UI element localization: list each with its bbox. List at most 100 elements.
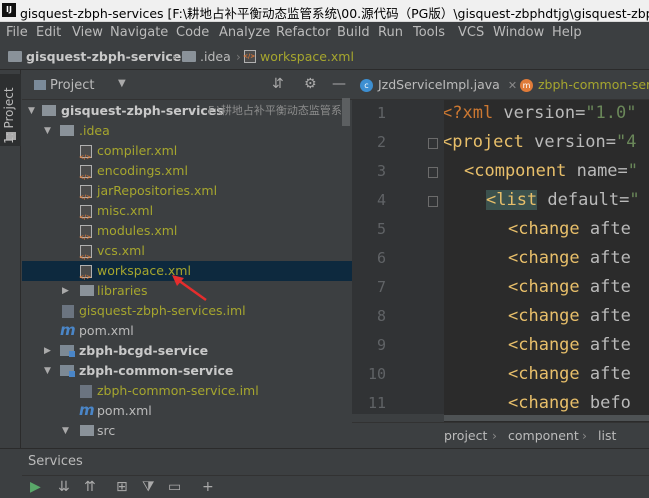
code-line: <change afte: [508, 277, 631, 297]
line-number: 1: [376, 104, 386, 122]
module-folder-icon: [60, 345, 75, 357]
tree-item-module[interactable]: ▼ zbph-common-service: [22, 361, 352, 381]
class-c-icon: c: [360, 79, 373, 92]
red-arrow-annotation: [172, 275, 207, 302]
group-icon[interactable]: ⊞: [116, 479, 128, 495]
editor-tab-bar: c JzdServiceImpl.java ✕ m zbph-common-ser: [352, 70, 649, 100]
editor-tab-java[interactable]: c JzdServiceImpl.java ✕: [360, 70, 517, 100]
project-view-selector[interactable]: Project: [50, 78, 94, 93]
project-scrollbar[interactable]: [342, 98, 350, 126]
project-tool-tab[interactable]: 1: Project: [0, 74, 21, 146]
menu-build[interactable]: Build: [337, 25, 370, 40]
editor-tab-module[interactable]: m zbph-common-ser: [520, 70, 649, 100]
run-icon[interactable]: ▶: [30, 479, 41, 495]
hide-icon[interactable]: —: [332, 76, 346, 92]
line-number: 2: [376, 133, 386, 151]
menu-code[interactable]: Code: [176, 25, 209, 40]
nav-crumb-folder[interactable]: .idea: [182, 49, 231, 64]
tree-item-file[interactable]: zbph-common-service.iml: [22, 381, 352, 401]
tree-item-folder[interactable]: ▼ src: [22, 421, 352, 441]
tree-item-file[interactable]: modules.xml: [22, 221, 352, 248]
filter-icon[interactable]: ⧩: [142, 479, 155, 495]
expand-arrow-icon[interactable]: ▼: [28, 101, 35, 121]
layout-icon[interactable]: ▭: [168, 479, 181, 495]
tree-item-file[interactable]: jarRepositories.xml: [22, 181, 352, 208]
xml-file-icon: [79, 225, 92, 248]
xml-file-icon: [79, 165, 92, 188]
expand-arrow-icon[interactable]: ▼: [62, 421, 69, 441]
collapsed-arrow-icon[interactable]: ▶: [62, 281, 69, 301]
code-line: <?xml version="1.0": [444, 103, 637, 123]
menu-file[interactable]: File: [6, 25, 28, 40]
breadcrumb-list[interactable]: list: [598, 428, 616, 443]
menu-analyze[interactable]: Analyze: [219, 25, 270, 40]
tree-item-file[interactable]: misc.xml: [22, 201, 352, 228]
expand-all-icon[interactable]: ⇊: [58, 479, 70, 495]
nav-crumb-project[interactable]: gisquest-zbph-services: [8, 49, 189, 64]
maven-m-icon: m: [60, 321, 76, 339]
line-number: 11: [367, 394, 386, 412]
nav-crumb-file[interactable]: workspace.xml: [243, 49, 354, 64]
tree-item-file[interactable]: m pom.xml: [22, 321, 352, 341]
xml-file-icon: [79, 185, 92, 208]
xml-file-icon: [79, 265, 92, 288]
chevron-right-icon: ›: [582, 428, 587, 443]
code-line: <change befo: [508, 393, 631, 413]
line-number: 3: [376, 162, 386, 180]
tree-item-root[interactable]: ▼ gisquest-zbph-services F:\耕地占补平衡动态监管系: [22, 101, 352, 121]
menu-vcs[interactable]: VCS: [458, 25, 484, 40]
module-icon: m: [520, 79, 533, 92]
left-tool-strip: 1: Project: [0, 70, 21, 448]
menu-refactor[interactable]: Refactor: [276, 25, 331, 40]
tree-item-file[interactable]: encodings.xml: [22, 161, 352, 188]
folder-icon: [80, 425, 94, 436]
menu-tools[interactable]: Tools: [413, 25, 445, 40]
tree-item-file[interactable]: m pom.xml: [22, 401, 352, 421]
chevron-down-icon[interactable]: ▼: [118, 78, 126, 89]
menu-view[interactable]: View: [72, 25, 103, 40]
fold-icon[interactable]: [428, 167, 438, 178]
menu-navigate[interactable]: Navigate: [110, 25, 168, 40]
menu-bar: File Edit View Navigate Code Analyze Ref…: [0, 22, 649, 44]
code-line: <change afte: [508, 335, 631, 355]
tree-item-file[interactable]: vcs.xml: [22, 241, 352, 268]
add-icon[interactable]: +: [202, 479, 214, 495]
tree-item-module[interactable]: ▶ zbph-bcgd-service: [22, 341, 352, 361]
code-line: <change afte: [508, 306, 631, 326]
scrollbar-thumb[interactable]: [444, 415, 649, 421]
chevron-right-icon: ›: [172, 50, 177, 64]
line-number: 7: [376, 278, 386, 296]
menu-run[interactable]: Run: [378, 25, 403, 40]
line-number: 8: [376, 307, 386, 325]
tree-item-idea[interactable]: ▼ .idea: [22, 121, 352, 141]
line-number: 5: [376, 220, 386, 238]
collapse-all-icon[interactable]: ⇈: [84, 479, 96, 495]
close-icon[interactable]: ✕: [508, 79, 517, 92]
breadcrumb-component[interactable]: component: [508, 428, 579, 443]
gear-icon[interactable]: ⚙: [304, 76, 317, 92]
expand-arrow-icon[interactable]: ▼: [44, 361, 51, 381]
module-folder-icon: [60, 365, 75, 377]
line-number: 6: [376, 249, 386, 267]
fold-icon[interactable]: [428, 196, 438, 207]
iml-file-icon: [62, 305, 74, 318]
xml-file-icon: [79, 245, 92, 268]
code-line: <change afte: [508, 364, 631, 384]
menu-window[interactable]: Window: [493, 25, 544, 40]
menu-edit[interactable]: Edit: [36, 25, 61, 40]
tree-item-file[interactable]: gisquest-zbph-services.iml: [22, 301, 352, 321]
fold-icon[interactable]: [428, 138, 438, 149]
maven-m-icon: m: [79, 401, 95, 419]
services-toolbar: ▶ ⇊ ⇈ ⊞ ⧩ ▭ +: [22, 475, 649, 498]
collapse-all-icon[interactable]: ⇵: [272, 76, 284, 92]
menu-help[interactable]: Help: [552, 25, 582, 40]
expand-arrow-icon[interactable]: ▼: [44, 121, 51, 141]
code-editor[interactable]: <?xml version="1.0" <project version="4 …: [444, 100, 649, 414]
editor-horizontal-scrollbar[interactable]: [444, 414, 649, 422]
xml-file-icon: [243, 50, 256, 63]
chevron-right-icon: ›: [236, 50, 241, 64]
intellij-logo-icon: IJ: [2, 3, 16, 17]
tree-item-file[interactable]: compiler.xml: [22, 141, 352, 168]
breadcrumb-project[interactable]: project: [444, 428, 487, 443]
collapsed-arrow-icon[interactable]: ▶: [44, 341, 51, 361]
